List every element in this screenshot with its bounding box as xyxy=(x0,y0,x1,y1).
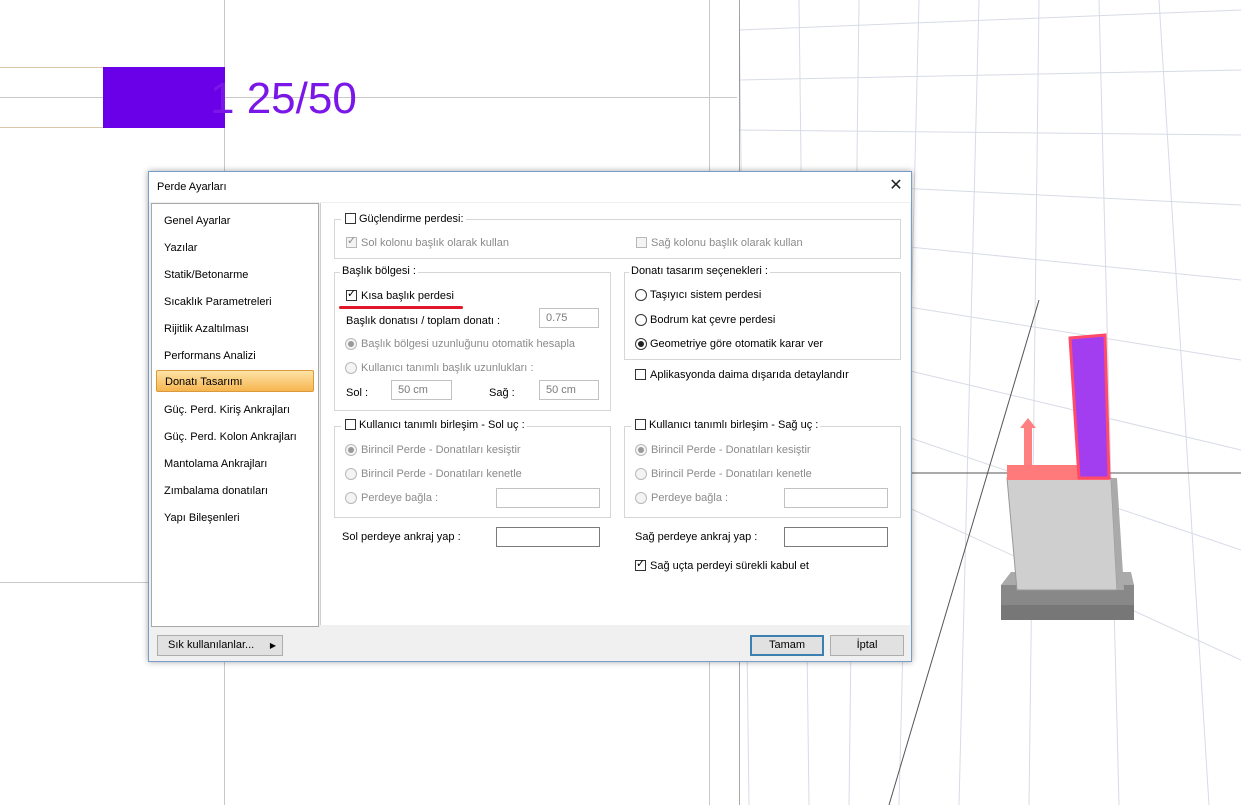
nav-item-mantolama-ankrajlari[interactable]: Mantolama Ankrajları xyxy=(156,453,314,475)
radio-dot xyxy=(638,341,644,347)
sag-uc-checkbox[interactable] xyxy=(635,419,646,430)
beam-edge xyxy=(0,67,103,68)
sag-surekli-label: Sağ uçta perdeyi sürekli kabul et xyxy=(650,560,809,572)
perde-ayarlari-dialog[interactable]: Perde Ayarları ✕ Genel Ayarlar Yazılar S… xyxy=(148,171,912,662)
sag-uc-header: Kullanıcı tanımlı birleşim - Sağ uç : xyxy=(631,419,821,431)
sik-kullanilanlar-label: Sık kullanılanlar... xyxy=(168,639,255,651)
nav-item-performans-analizi[interactable]: Performans Analizi xyxy=(156,345,314,367)
radio-dot xyxy=(348,447,354,453)
sol-kesistir-label: Birincil Perde - Donatıları kesiştir xyxy=(361,444,521,456)
column-block[interactable] xyxy=(103,67,225,128)
beam-label: 1 25/50 xyxy=(210,74,357,123)
donati-tasarim-title: Donatı tasarım seçenekleri : xyxy=(629,265,770,277)
check-icon: ✓ xyxy=(347,235,357,247)
settings-content: Güçlendirme perdesi: ✓ Sol kolonu başlık… xyxy=(320,203,910,625)
close-icon[interactable]: ✕ xyxy=(887,177,905,195)
red-annotation-underline xyxy=(339,306,463,309)
sol-ankraj-label: Sol perdeye ankraj yap : xyxy=(342,531,461,543)
nav-item-statik-betonarme[interactable]: Statik/Betonarme xyxy=(156,264,314,286)
sol-bagla-input[interactable] xyxy=(496,488,600,508)
kullanici-uzunluk-label: Kullanıcı tanımlı başlık uzunlukları : xyxy=(361,362,534,374)
geometri-radio[interactable] xyxy=(635,338,647,350)
sol-ankraj-input[interactable] xyxy=(496,527,600,547)
sol-kesistir-radio[interactable] xyxy=(345,444,357,456)
settings-nav[interactable]: Genel Ayarlar Yazılar Statik/Betonarme S… xyxy=(151,203,319,627)
nav-item-kiris-ankrajlari[interactable]: Güç. Perd. Kiriş Ankrajları xyxy=(156,399,314,421)
sol-kolon-label: Sol kolonu başlık olarak kullan xyxy=(361,237,509,249)
nav-item-genel-ayarlar[interactable]: Genel Ayarlar xyxy=(156,210,314,232)
bodrum-radio[interactable] xyxy=(635,314,647,326)
aplikasyon-checkbox[interactable] xyxy=(635,369,646,380)
nav-item-kolon-ankrajlari[interactable]: Güç. Perd. Kolon Ankrajları xyxy=(156,426,314,448)
radio-dot xyxy=(638,447,644,453)
sag-kenetle-radio[interactable] xyxy=(635,468,647,480)
grid-line xyxy=(0,582,148,583)
sag-uc-title: Kullanıcı tanımlı birleşim - Sağ uç : xyxy=(649,419,819,431)
tasiyici-label: Taşıyıcı sistem perdesi xyxy=(650,289,762,301)
bodrum-label: Bodrum kat çevre perdesi xyxy=(650,314,776,326)
check-icon: ✓ xyxy=(347,288,357,300)
sol-kenetle-radio[interactable] xyxy=(345,468,357,480)
beam-edge xyxy=(0,127,103,128)
kisa-baslik-label: Kısa başlık perdesi xyxy=(361,290,454,302)
baslik-donati-label: Başlık donatısı / toplam donatı : xyxy=(346,315,501,327)
tasiyici-radio[interactable] xyxy=(635,289,647,301)
sag-bagla-label: Perdeye bağla : xyxy=(651,492,729,504)
nav-item-yapi-bilesenleri[interactable]: Yapı Bileşenleri xyxy=(156,507,314,529)
guclendirme-header: Güçlendirme perdesi: xyxy=(341,213,466,225)
iptal-button[interactable]: İptal xyxy=(830,635,904,656)
sag-kolon-checkbox[interactable] xyxy=(636,237,647,248)
titlebar[interactable]: Perde Ayarları ✕ xyxy=(149,172,911,202)
dialog-title: Perde Ayarları xyxy=(157,181,227,193)
otomatik-radio[interactable] xyxy=(345,338,357,350)
guclendirme-checkbox[interactable] xyxy=(345,213,356,224)
sag-bagla-input[interactable] xyxy=(784,488,888,508)
sag-ankraj-input[interactable] xyxy=(784,527,888,547)
otomatik-label: Başlık bölgesi uzunluğunu otomatik hesap… xyxy=(361,338,576,350)
geometri-label: Geometriye göre otomatik karar ver xyxy=(650,338,824,350)
sag-bagla-radio[interactable] xyxy=(635,492,647,504)
sag-ankraj-label: Sağ perdeye ankraj yap : xyxy=(635,531,758,543)
nav-item-yazilar[interactable]: Yazılar xyxy=(156,237,314,259)
tamam-button[interactable]: Tamam xyxy=(750,635,824,656)
sol-uc-header: Kullanıcı tanımlı birleşim - Sol uç : xyxy=(341,419,527,431)
nav-item-sicaklik-parametreleri[interactable]: Sıcaklık Parametreleri xyxy=(156,291,314,313)
sag-uzunluk-input[interactable]: 50 cm xyxy=(539,380,599,400)
sol-kolon-checkbox[interactable]: ✓ xyxy=(346,235,357,248)
nav-item-donati-tasarimi[interactable]: Donatı Tasarımı xyxy=(156,370,314,392)
guclendirme-label: Güçlendirme perdesi: xyxy=(359,213,464,225)
sol-bagla-label: Perdeye bağla : xyxy=(361,492,439,504)
baslik-donati-input[interactable]: 0.75 xyxy=(539,308,599,328)
nav-item-zimbalama-donatilari[interactable]: Zımbalama donatıları xyxy=(156,480,314,502)
sag-kenetle-label: Birincil Perde - Donatıları kenetle xyxy=(651,468,812,480)
kullanici-uzunluk-radio[interactable] xyxy=(345,362,357,374)
triangle-right-icon: ▶ xyxy=(269,641,276,650)
sol-bagla-radio[interactable] xyxy=(345,492,357,504)
sag-kesistir-radio[interactable] xyxy=(635,444,647,456)
sol-kenetle-label: Birincil Perde - Donatıları kenetle xyxy=(361,468,522,480)
baslik-title: Başlık bölgesi : xyxy=(340,265,418,277)
sol-uzunluk-input[interactable]: 50 cm xyxy=(391,380,452,400)
sik-kullanilanlar-button[interactable]: Sık kullanılanlar... ▶ xyxy=(157,635,283,656)
nav-item-rijitlik-azaltilmasi[interactable]: Rijitlik Azaltılması xyxy=(156,318,314,340)
sag-label: Sağ : xyxy=(489,387,515,399)
sol-uc-checkbox[interactable] xyxy=(345,419,356,430)
sag-kesistir-label: Birincil Perde - Donatıları kesiştir xyxy=(651,444,811,456)
sol-label: Sol : xyxy=(346,387,369,399)
sag-kolon-label: Sağ kolonu başlık olarak kullan xyxy=(651,237,803,249)
sag-surekli-checkbox[interactable]: ✓ xyxy=(635,558,646,571)
kisa-baslik-checkbox[interactable]: ✓ xyxy=(346,288,357,301)
sol-uc-title: Kullanıcı tanımlı birleşim - Sol uç : xyxy=(359,419,525,431)
radio-dot xyxy=(348,341,354,347)
aplikasyon-label: Aplikasyonda daima dışarıda detaylandır xyxy=(650,369,849,381)
check-icon: ✓ xyxy=(636,558,646,570)
